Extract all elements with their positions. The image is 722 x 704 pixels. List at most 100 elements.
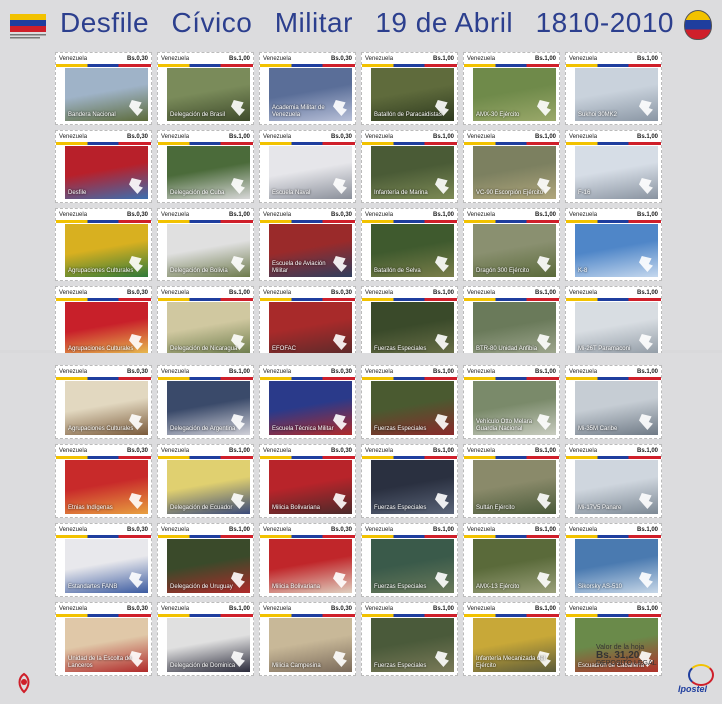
stamp-caption: Delegación de Argentina [170,426,236,432]
flag-stripe [362,377,457,380]
flag-stripe [260,614,355,617]
stamp-country: Venezuela [365,605,394,612]
stamp-country: Venezuela [263,55,292,62]
sheet-value: Valor de la hoja Bs. 31,20 DEPOSITO LEGA… [596,644,657,668]
stamp-side-band [56,538,65,596]
stamp-country: Venezuela [161,55,190,62]
stamp-side-band [566,459,575,517]
stamp-side-band [566,617,575,675]
flag-stripe [464,142,559,145]
stamp-header: Venezuela Bs.0,30 [56,603,151,614]
stamp: Venezuela Bs.0,30 Unidad de la Escolta d… [55,602,152,676]
stamp-caption: EFOFAC [272,346,297,352]
stamp-caption: BTR-80 Unidad Anfibia [476,346,538,352]
stamp: Venezuela Bs.1,00 Fuerzas Especiales [361,602,458,676]
stamp-side-band [464,145,473,202]
stamp-denomination: Bs.1,00 [228,133,250,140]
stamp: Venezuela Bs.1,00 AMX-13 Ejército [463,523,560,597]
stamp: Venezuela Bs.1,00 Delegación de Bolivia [157,208,254,281]
stamp-country: Venezuela [467,211,496,218]
stamp-side-band [566,538,575,596]
stamp-caption: Batallón de Selva [374,268,421,274]
flag-stripe [566,298,661,301]
stamp: Venezuela Bs.1,00 Sultán Ejército [463,444,560,518]
stamp-denomination: Bs.1,00 [534,605,556,612]
stamp: Venezuela Bs.1,00 Mi-26T Paramaconi [565,286,662,359]
stamp-denomination: Bs.0,30 [126,368,148,375]
stamp-caption: Academia Militar de Venezuela [272,105,325,118]
stamp-caption: Fuerzas Especiales [374,505,427,511]
stamp-denomination: Bs.1,00 [228,447,250,454]
stamp: Venezuela Bs.1,00 Fuerzas Especiales [361,365,458,439]
stamp-caption: Unidad de la Escolta de Lanceros [68,656,132,669]
stamp-caption: Fuerzas Especiales [374,346,427,352]
stamp-side-band [566,380,575,438]
sheet-value-amount: Bs. 31,20 [596,650,640,661]
stamp-side-band [158,538,167,596]
stamp-caption: Fuerzas Especiales [374,426,427,432]
stamp-country: Venezuela [161,605,190,612]
stamp-denomination: Bs.1,00 [636,211,658,218]
stamp-side-band [158,67,167,124]
stamp-caption: Mi-35M Caribe [578,426,618,432]
stamp-country: Venezuela [467,605,496,612]
page-title: Desfile Cívico Militar 19 de Abril 1810-… [56,7,678,38]
flag-stripe [362,64,457,67]
stamp: Venezuela Bs.0,30 Estandartes FANB [55,523,152,597]
stamp-denomination: Bs.0,30 [330,447,352,454]
stamp: Venezuela Bs.0,30 Escuela Técnica Milita… [259,365,356,439]
stamp: Venezuela Bs.0,30 Milicia Bolivariana [259,444,356,518]
stamp-country: Venezuela [569,211,598,218]
stamp-header: Venezuela Bs.0,30 [56,131,151,142]
stamp: Venezuela Bs.1,00 Infantería de Marina [361,130,458,203]
flag-stripe [158,535,253,538]
stamp-denomination: Bs.1,00 [228,289,250,296]
stamp-side-band [464,538,473,596]
stamp-country: Venezuela [467,133,496,140]
stamp-side-band [464,67,473,124]
stamp-caption: Delegación de Nicaragua [170,346,238,352]
flag-stripe [56,64,151,67]
stamp-country: Venezuela [161,211,190,218]
stamp-country: Venezuela [569,133,598,140]
stamp-side-band [362,223,371,280]
coat-of-arms-icon [684,10,712,40]
stamp-country: Venezuela [161,289,190,296]
stamp-header: Venezuela Bs.1,00 [158,131,253,142]
stamp: Venezuela Bs.0,30 Agrupaciones Culturale… [55,286,152,359]
stamp: Venezuela Bs.1,00 Fuerzas Especiales [361,286,458,359]
stamp-side-band [260,67,269,124]
stamp-header: Venezuela Bs.1,00 [158,445,253,456]
stamp-country: Venezuela [59,447,88,454]
stamp: Venezuela Bs.1,00 Mi-35M Caribe [565,365,662,439]
stamp-header: Venezuela Bs.1,00 [566,366,661,377]
stamp-denomination: Bs.1,00 [636,368,658,375]
stamp-denomination: Bs.1,00 [636,55,658,62]
flag-stripe [362,298,457,301]
stamp-caption: Escuela de Aviación Militar [272,261,326,274]
flag-stripe [56,456,151,459]
stamp-header: Venezuela Bs.1,00 [362,287,457,298]
stamp-caption: Desfile [68,190,87,196]
stamp-denomination: Bs.1,00 [534,526,556,533]
stamp-side-band [260,301,269,358]
stamp-denomination: Bs.0,30 [330,211,352,218]
stamp-caption: Estandartes FANB [68,584,118,590]
stamp-header: Venezuela Bs.1,00 [158,53,253,64]
stamp-denomination: Bs.1,00 [636,526,658,533]
stamp-country: Venezuela [365,55,394,62]
flag-stripe [56,535,151,538]
title-word: Militar [274,7,353,38]
stamp-country: Venezuela [569,55,598,62]
stamp-caption: Infantería Mecanizada del Ejército [476,656,546,669]
stamp-country: Venezuela [59,368,88,375]
stamp-header: Venezuela Bs.0,30 [56,209,151,220]
stamp-country: Venezuela [569,289,598,296]
stamp-side-band [158,617,167,675]
stamp: Venezuela Bs.1,00 Fuerzas Especiales [361,444,458,518]
stamp-side-band [56,380,65,438]
stamp: Venezuela Bs.1,00 Delegación de Dominica [157,602,254,676]
stamp-denomination: Bs.0,30 [330,289,352,296]
stamp-denomination: Bs.1,00 [534,55,556,62]
ipostel-logo-icon [688,664,714,686]
